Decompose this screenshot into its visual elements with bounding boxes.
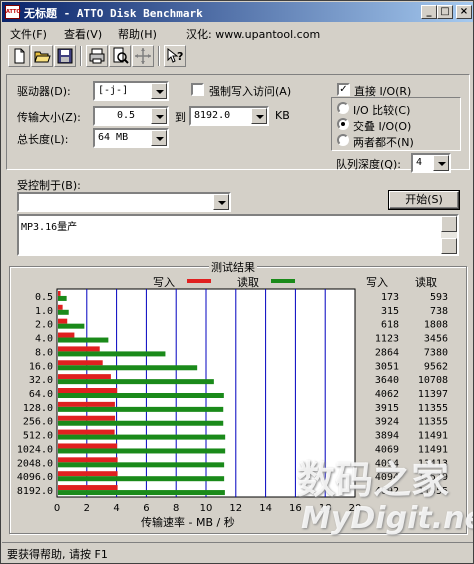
read-bar bbox=[58, 295, 67, 301]
read-value: 7380 bbox=[424, 347, 448, 358]
x-tick-label: 6 bbox=[143, 503, 149, 514]
read-value: 10708 bbox=[418, 375, 448, 386]
write-bar bbox=[58, 485, 118, 491]
read-bar bbox=[58, 420, 224, 426]
write-value: 2864 bbox=[375, 347, 399, 358]
write-value: 618 bbox=[381, 320, 399, 331]
write-bar bbox=[58, 346, 100, 352]
x-tick-label: 4 bbox=[113, 503, 119, 514]
x-tick-label: 10 bbox=[200, 503, 213, 514]
x-tick-label: 14 bbox=[259, 503, 272, 514]
read-bar bbox=[58, 309, 69, 315]
write-value: 3924 bbox=[375, 417, 399, 428]
write-bar bbox=[58, 443, 118, 449]
write-value: 3051 bbox=[375, 361, 399, 372]
write-value: 4062 bbox=[375, 389, 399, 400]
write-value: 1123 bbox=[375, 334, 399, 345]
write-bar bbox=[58, 388, 118, 393]
read-bar bbox=[58, 379, 214, 385]
write-value: 3640 bbox=[375, 375, 399, 386]
y-tick-label: 128.0 bbox=[23, 403, 53, 414]
write-value: 173 bbox=[381, 292, 399, 303]
read-bar bbox=[58, 476, 225, 482]
read-value: 593 bbox=[430, 292, 448, 303]
y-tick-label: 4.0 bbox=[35, 334, 53, 345]
watermark-url: MyDigit.net bbox=[301, 501, 473, 536]
write-value: 3915 bbox=[375, 403, 399, 414]
read-bar bbox=[58, 434, 226, 440]
y-tick-label: 64.0 bbox=[29, 389, 53, 400]
x-tick-label: 12 bbox=[229, 503, 242, 514]
read-value: 3456 bbox=[424, 334, 448, 345]
x-tick-label: 2 bbox=[84, 503, 90, 514]
write-bar bbox=[58, 374, 111, 380]
app-window: ATTO 无标题 - ATTO Disk Benchmark _ □ × 文件(… bbox=[0, 0, 474, 564]
y-tick-label: 8.0 bbox=[35, 347, 53, 358]
write-bar bbox=[58, 401, 115, 407]
write-bar bbox=[58, 429, 115, 435]
read-value: 11397 bbox=[418, 389, 448, 400]
write-value: 3894 bbox=[375, 431, 399, 442]
y-tick-label: 1.0 bbox=[35, 306, 53, 317]
write-bar bbox=[58, 360, 103, 366]
y-tick-label: 256.0 bbox=[23, 417, 53, 428]
read-bar bbox=[58, 323, 85, 329]
y-tick-label: 0.5 bbox=[35, 292, 53, 303]
x-tick-label: 8 bbox=[173, 503, 179, 514]
write-bar bbox=[58, 304, 63, 310]
read-value: 11355 bbox=[418, 417, 448, 428]
y-tick-label: 32.0 bbox=[29, 375, 53, 386]
read-value: 11355 bbox=[418, 403, 448, 414]
write-bar bbox=[58, 471, 118, 477]
read-value: 1808 bbox=[424, 320, 448, 331]
y-tick-label: 1024.0 bbox=[17, 444, 53, 455]
write-bar bbox=[58, 457, 118, 463]
read-bar bbox=[58, 406, 224, 412]
y-tick-label: 2048.0 bbox=[17, 458, 53, 469]
write-bar bbox=[58, 415, 116, 421]
y-tick-label: 8192.0 bbox=[17, 486, 53, 497]
y-tick-label: 16.0 bbox=[29, 361, 53, 372]
write-bar bbox=[58, 318, 68, 324]
y-tick-label: 4096.0 bbox=[17, 472, 53, 483]
status-text: 要获得帮助, 请按 F1 bbox=[7, 548, 108, 561]
write-bar bbox=[58, 332, 75, 338]
x-axis-label: 传输速率 - MB / 秒 bbox=[141, 516, 235, 529]
read-bar bbox=[58, 337, 109, 343]
read-bar bbox=[58, 365, 198, 371]
read-bar bbox=[58, 462, 225, 468]
read-bar bbox=[58, 351, 166, 357]
watermark-text: 数码之家 bbox=[297, 458, 450, 502]
read-bar bbox=[58, 490, 225, 496]
read-value: 738 bbox=[430, 306, 448, 317]
read-value: 11491 bbox=[418, 431, 448, 442]
y-tick-label: 512.0 bbox=[23, 431, 53, 442]
x-tick-label: 16 bbox=[289, 503, 302, 514]
status-bar: 要获得帮助, 请按 F1 bbox=[2, 542, 473, 563]
read-bar bbox=[58, 448, 226, 454]
write-value: 315 bbox=[381, 306, 399, 317]
write-bar bbox=[58, 290, 61, 296]
read-bar bbox=[58, 393, 224, 398]
read-value: 9562 bbox=[424, 361, 448, 372]
y-tick-label: 2.0 bbox=[35, 320, 53, 331]
x-tick-label: 0 bbox=[54, 503, 60, 514]
